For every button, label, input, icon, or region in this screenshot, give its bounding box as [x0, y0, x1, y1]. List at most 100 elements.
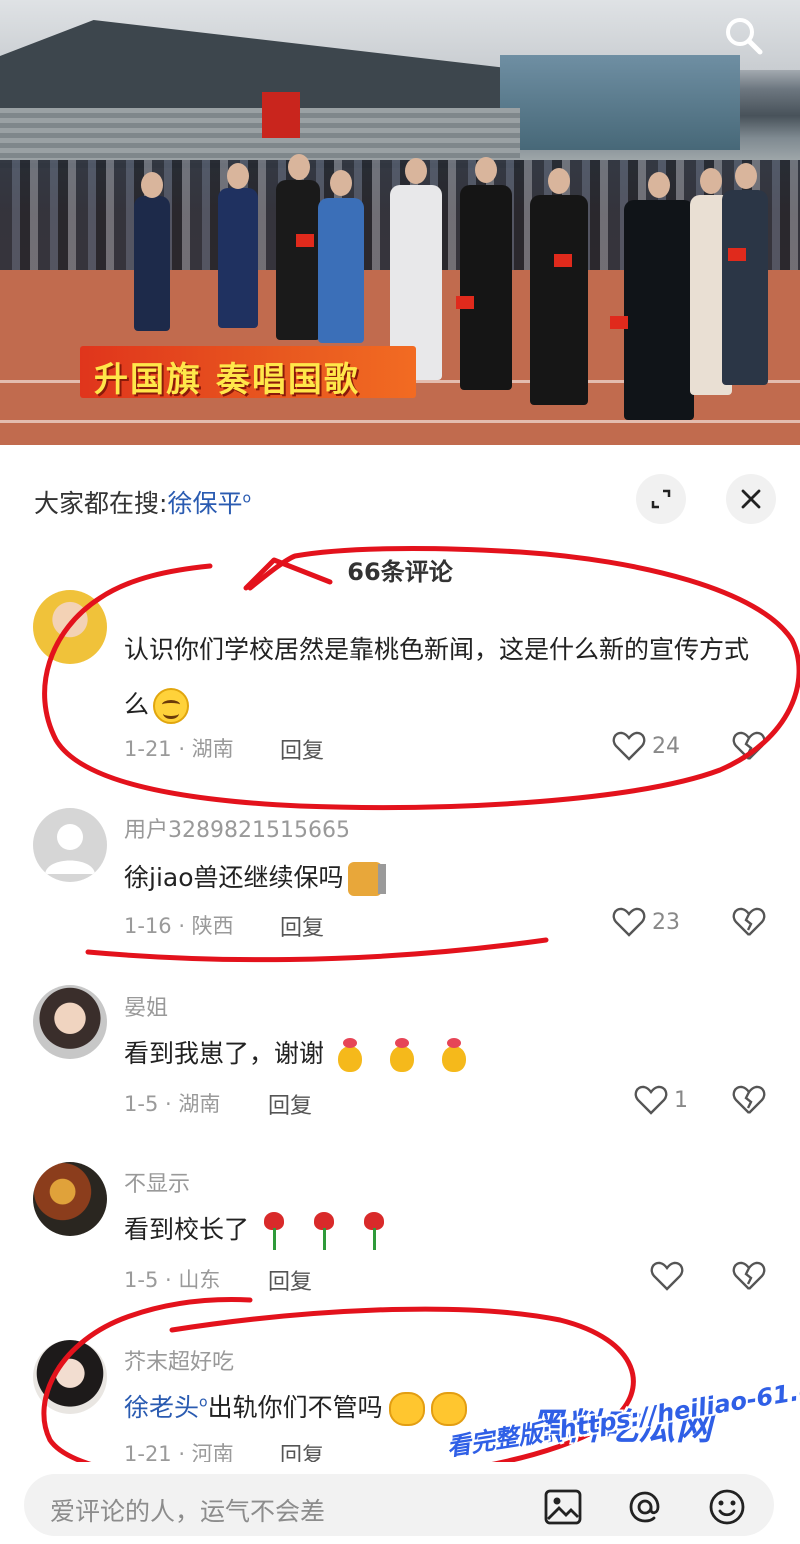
emoji-icon[interactable] [706, 1486, 748, 1528]
comment-meta: 1-16 · 陕西 [124, 914, 234, 938]
hot-search-keyword[interactable]: 徐保平 [167, 489, 242, 518]
reply-button[interactable]: 回复 [268, 1264, 312, 1296]
person-head [405, 158, 427, 184]
comment-meta: 1-5 · 湖南 [124, 1092, 221, 1116]
person [218, 188, 258, 328]
dislike-button[interactable] [732, 1260, 766, 1292]
close-icon [741, 489, 761, 509]
like-count: 24 [652, 733, 680, 759]
hot-search-bar[interactable]: 大家都在搜:徐保平ο [34, 484, 251, 520]
username[interactable]: 芥末超好吃 [124, 1344, 234, 1376]
comment-text: 看到校长了 [124, 1210, 399, 1250]
comment-meta: 1-5 · 山东 [124, 1268, 221, 1292]
avatar[interactable] [33, 1340, 107, 1414]
at-icon[interactable] [624, 1486, 666, 1528]
broken-heart-icon [732, 1261, 766, 1290]
comment-meta: 1-21 · 湖南 [124, 737, 234, 761]
close-button[interactable] [726, 474, 776, 524]
heart-icon [650, 1261, 684, 1291]
search-small-icon: ο [242, 490, 252, 507]
page: 升国旗 奏唱国歌 大家都在搜:徐保平ο 66条评论 认识你们学校居然是靠桃色新闻… [0, 0, 800, 1544]
stadium-banner [262, 92, 300, 138]
comment-text: 徐老头ο出轨你们不管吗 [124, 1388, 467, 1426]
expand-icon [651, 489, 671, 509]
video-player[interactable]: 升国旗 奏唱国歌 [0, 0, 800, 445]
fist-emoji [430, 1392, 467, 1426]
person [276, 180, 320, 340]
avatar[interactable] [33, 1162, 107, 1236]
person-head [700, 168, 722, 194]
heart-icon [634, 1085, 668, 1115]
cat-emoji [347, 862, 386, 896]
person-head [735, 163, 757, 189]
username[interactable]: 晏姐 [124, 990, 168, 1022]
like-count: 1 [674, 1087, 688, 1113]
like-button[interactable] [650, 1260, 684, 1292]
comment-input-placeholder: 爱评论的人，运气不会差 [50, 1497, 326, 1526]
person [722, 190, 768, 385]
small-flag [554, 254, 572, 267]
person-head [330, 170, 352, 196]
comment-text-content: 看到校长了 [124, 1215, 250, 1244]
expand-button[interactable] [636, 474, 686, 524]
dislike-button[interactable] [732, 906, 766, 938]
person [134, 196, 170, 331]
comment-text-content: 看到我崽了，谢谢 [124, 1039, 325, 1068]
broken-heart-icon [732, 731, 766, 760]
like-button[interactable]: 1 [634, 1084, 688, 1116]
dislike-button[interactable] [732, 730, 766, 762]
heart-icon [612, 731, 646, 761]
like-button[interactable]: 23 [612, 906, 680, 938]
username[interactable]: 不显示 [124, 1166, 190, 1198]
person [530, 195, 588, 405]
comment-panel [0, 450, 800, 1544]
rose-emoji [311, 1212, 337, 1250]
heart-icon [612, 907, 646, 937]
comment-text: 看到我崽了，谢谢 [124, 1034, 480, 1072]
small-flag [610, 316, 628, 329]
person-head [227, 163, 249, 189]
default-avatar-icon [45, 824, 95, 874]
rose-emoji [361, 1212, 387, 1250]
broken-heart-icon [732, 1085, 766, 1114]
comment-text: 认识你们学校居然是靠桃色新闻，这是什么新的宣传方式么 [124, 622, 764, 732]
smile-emoji [153, 688, 190, 724]
person [318, 198, 364, 343]
track-line [0, 420, 800, 423]
comment-count: 66条评论 [347, 558, 453, 586]
reply-button[interactable]: 回复 [268, 1088, 312, 1120]
comment-keyword-link[interactable]: 徐老头ο [124, 1393, 208, 1422]
person-head [548, 168, 570, 194]
reply-button[interactable]: 回复 [280, 910, 324, 942]
small-flag [296, 234, 314, 247]
person-head [648, 172, 670, 198]
broken-heart-icon [732, 907, 766, 936]
person-head [288, 154, 310, 180]
reply-button[interactable]: 回复 [280, 733, 324, 765]
stadium-stands [0, 108, 520, 168]
comment-text-content: 认识你们学校居然是靠桃色新闻，这是什么新的宣传方式么 [124, 635, 750, 719]
hot-search-prefix: 大家都在搜: [34, 489, 168, 518]
glass-building [500, 55, 740, 150]
lucky-bag-emoji [336, 1038, 364, 1072]
username[interactable]: 用户3289821515665 [124, 812, 350, 844]
rose-emoji [261, 1212, 287, 1250]
like-count: 23 [652, 909, 680, 935]
avatar[interactable] [33, 985, 107, 1059]
person [460, 185, 512, 390]
lucky-bag-emoji [440, 1038, 468, 1072]
dislike-button[interactable] [732, 1084, 766, 1116]
search-icon[interactable] [722, 14, 766, 58]
comment-text: 徐jiao兽还继续保吗 [124, 858, 386, 896]
fist-emoji [388, 1392, 425, 1426]
image-icon[interactable] [542, 1486, 584, 1528]
comment-text-content: 徐jiao兽还继续保吗 [124, 863, 344, 892]
avatar[interactable] [33, 808, 107, 882]
comment-text-content: 出轨你们不管吗 [207, 1393, 383, 1422]
search-small-icon: ο [199, 1394, 208, 1411]
avatar[interactable] [33, 590, 107, 664]
video-caption: 升国旗 奏唱国歌 [94, 360, 360, 400]
lucky-bag-emoji [388, 1038, 416, 1072]
like-button[interactable]: 24 [612, 730, 680, 762]
keyword-text: 徐老头 [124, 1393, 200, 1422]
